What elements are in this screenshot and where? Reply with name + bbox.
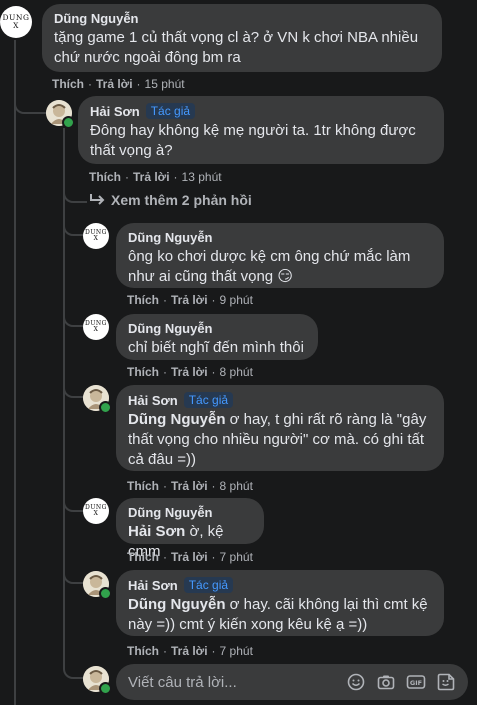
like-button[interactable]: Thích (89, 170, 121, 184)
camera-icon[interactable] (374, 670, 398, 694)
reply-text: ông ko chơi dược kệ cm ông chứ mắc làm n… (128, 248, 411, 285)
avatar-monogram-x: X (13, 21, 19, 30)
mention-link[interactable]: Dũng Nguyễn (128, 411, 226, 428)
online-status-icon (99, 682, 112, 695)
comment-actions: Thích · Trả lời · 15 phút (52, 77, 185, 91)
reply-bubble: Dũng Nguyễn ông ko chơi dược kệ cm ông c… (116, 223, 444, 288)
thread-line-sub (63, 128, 65, 668)
reply-author[interactable]: Hải Sơn (128, 393, 178, 408)
reply-actions: Thích · Trả lời · 7 phút (127, 550, 253, 564)
reply-actions: Thích · Trả lời · 7 phút (127, 644, 253, 658)
author-badge: Tác giả (183, 392, 234, 408)
timestamp[interactable]: 7 phút (220, 644, 253, 658)
timestamp[interactable]: 9 phút (220, 293, 253, 307)
reply-author[interactable]: Hải Sơn (128, 578, 178, 593)
reply-input-placeholder: Viết câu trả lời... (128, 673, 237, 691)
reply-actions: Thích · Trả lời · 9 phút (127, 293, 253, 307)
reply-author[interactable]: Dũng Nguyễn (128, 230, 213, 245)
reply-bubble: Hải Sơn Tác giả Dũng Nguyễn ơ hay, t ghi … (116, 385, 444, 471)
comment-text: tặng game 1 củ thất vọng cl à? ở VN k ch… (54, 29, 419, 66)
reply-button[interactable]: Trả lời (171, 479, 208, 493)
avatar-monogram-x: X (93, 235, 99, 242)
sticker-icon[interactable] (434, 670, 458, 694)
reply-bubble: Hải Sơn Tác giả Dũng Nguyễn ơ hay. cãi kh… (116, 570, 444, 636)
online-status-icon (99, 587, 112, 600)
like-button[interactable]: Thích (127, 293, 159, 307)
avatar[interactable]: DUNG X (83, 498, 109, 524)
see-more-replies-button[interactable]: Xem thêm 2 phản hồi (89, 192, 252, 208)
comment-author[interactable]: Hải Sơn (90, 104, 140, 119)
reply-button[interactable]: Trả lời (171, 293, 208, 307)
reply-text: chỉ biết nghĩ đến mình thôi (128, 339, 304, 356)
smirk-emoji: 😏 (277, 268, 293, 285)
reply-button[interactable]: Trả lời (133, 170, 170, 184)
author-badge: Tác giả (145, 103, 196, 119)
comment-bubble: Hải Sơn Tác giả Đông hay không kệ mẹ ngườ… (78, 96, 444, 164)
reply-button[interactable]: Trả lời (171, 644, 208, 658)
timestamp[interactable]: 15 phút (145, 77, 185, 91)
avatar[interactable]: DUNG X (83, 314, 109, 340)
mention-link[interactable]: Hải Sơn (128, 523, 185, 540)
reply-actions: Thích · Trả lời · 8 phút (127, 479, 253, 493)
avatar[interactable]: DUNG X (0, 6, 32, 38)
reply-button[interactable]: Trả lời (171, 550, 208, 564)
see-more-replies-label: Xem thêm 2 phản hồi (111, 192, 252, 208)
timestamp[interactable]: 8 phút (220, 365, 253, 379)
like-button[interactable]: Thích (52, 77, 84, 91)
like-button[interactable]: Thích (127, 479, 159, 493)
svg-text:GIF: GIF (410, 679, 422, 687)
timestamp[interactable]: 13 phút (182, 170, 222, 184)
reply-button[interactable]: Trả lời (96, 77, 133, 91)
reply-input[interactable]: Viết câu trả lời... GIF (116, 664, 468, 700)
comment-actions: Thích · Trả lời · 13 phút (89, 170, 222, 184)
avatar-monogram-x: X (93, 510, 99, 517)
mention-link[interactable]: Dũng Nguyễn (128, 596, 226, 613)
comment-bubble: Dũng Nguyễn tặng game 1 củ thất vọng cl … (42, 4, 442, 72)
thread-connector (14, 90, 46, 114)
reply-author[interactable]: Dũng Nguyễn (128, 321, 213, 336)
author-badge: Tác giả (183, 577, 234, 593)
comment-author[interactable]: Dũng Nguyễn (54, 11, 139, 26)
gif-icon[interactable]: GIF (404, 670, 428, 694)
reply-actions: Thích · Trả lời · 8 phút (127, 365, 253, 379)
timestamp[interactable]: 8 phút (220, 479, 253, 493)
emoji-icon[interactable] (344, 670, 368, 694)
avatar[interactable]: DUNG X (83, 223, 109, 249)
online-status-icon (99, 401, 112, 414)
reply-bubble: Dũng Nguyễn chỉ biết nghĩ đến mình thôi (116, 314, 318, 360)
comment-text: Đông hay không kệ mẹ người ta. 1tr không… (90, 122, 416, 159)
online-status-icon (62, 116, 75, 129)
reply-author[interactable]: Dũng Nguyễn (128, 505, 213, 520)
timestamp[interactable]: 7 phút (220, 550, 253, 564)
like-button[interactable]: Thích (127, 550, 159, 564)
avatar-monogram-x: X (93, 326, 99, 333)
thread-connector (63, 185, 87, 203)
like-button[interactable]: Thích (127, 644, 159, 658)
like-button[interactable]: Thích (127, 365, 159, 379)
reply-arrow-icon (90, 194, 105, 205)
reply-bubble: Dũng Nguyễn Hải Sơn ờ, kệ cmm (116, 498, 264, 560)
thread-line-main (14, 40, 16, 705)
reply-button[interactable]: Trả lời (171, 365, 208, 379)
